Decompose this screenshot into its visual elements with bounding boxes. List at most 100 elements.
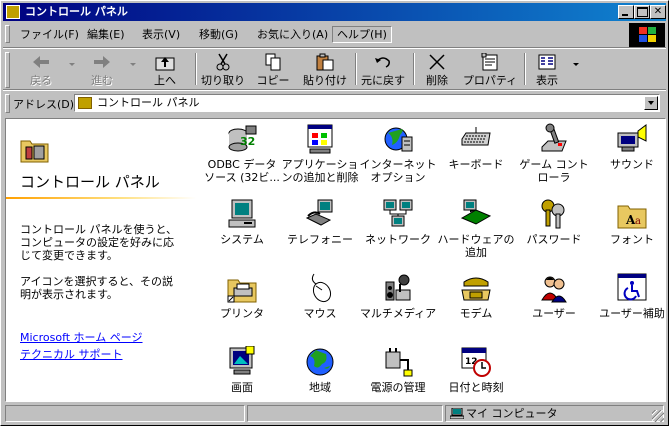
cut-label: 切り取り xyxy=(201,74,245,87)
delete-button[interactable]: 削除 xyxy=(417,51,457,87)
cp-item-label: テレフォニー xyxy=(287,233,353,246)
address-bar-grip[interactable] xyxy=(5,94,10,113)
address-dropdown-icon[interactable] xyxy=(644,96,658,110)
delete-label: 削除 xyxy=(426,74,448,87)
technical-support-link[interactable]: テクニカル サポート xyxy=(20,346,123,362)
cp-item-network[interactable]: ネットワーク xyxy=(359,198,437,266)
cp-item-printers[interactable]: プリンタ xyxy=(203,272,281,340)
menu-edit[interactable]: 編集(E) xyxy=(83,27,129,42)
cp-item-regional-settings[interactable]: 地域 xyxy=(281,346,359,401)
cp-item-telephony[interactable]: テレフォニー xyxy=(281,198,359,266)
menu-bar: ファイル(F) 編集(E) 表示(V) 移動(G) お気に入り(A) ヘルプ(H… xyxy=(3,23,626,45)
maximize-button[interactable] xyxy=(634,5,650,19)
up-button[interactable]: 上へ xyxy=(141,51,189,87)
forward-dropdown-icon[interactable] xyxy=(130,63,136,66)
network-icon xyxy=(383,199,413,227)
copy-icon xyxy=(265,53,281,71)
pane-divider xyxy=(6,197,196,199)
pane-title: コントロール パネル xyxy=(20,173,160,191)
forward-arrow-icon xyxy=(94,56,110,68)
cp-item-fonts[interactable]: Aa フォント xyxy=(593,198,665,266)
forward-button[interactable]: 進む xyxy=(78,51,126,87)
maximize-icon xyxy=(637,7,648,17)
cp-item-multimedia[interactable]: マルチメディア xyxy=(359,272,437,340)
paste-button[interactable]: 貼り付け xyxy=(300,51,350,87)
cp-item-label: プリンタ xyxy=(220,307,264,320)
menu-favorites[interactable]: お気に入り(A) xyxy=(253,27,332,42)
cp-item-users[interactable]: ユーザー xyxy=(515,272,593,340)
cp-item-modems[interactable]: モデム xyxy=(437,272,515,340)
toolbar-bottom-separator xyxy=(3,89,666,91)
cp-item-internet-options[interactable]: インターネット オプション xyxy=(359,123,437,191)
cp-item-add-remove-programs[interactable]: アプリケーションの追加と削除 xyxy=(281,123,359,191)
cp-item-label: マルチメディア xyxy=(359,307,437,320)
web-view-pane: コントロール パネル コントロール パネルを使うと、コンピュータの設定を好みに応… xyxy=(6,119,196,401)
cp-item-sounds[interactable]: サウンド xyxy=(593,123,665,191)
cp-item-display[interactable]: 画面 xyxy=(203,346,281,401)
passwords-icon xyxy=(541,199,565,229)
menu-go[interactable]: 移動(G) xyxy=(195,27,242,42)
address-bar: アドレス(D) コントロール パネル xyxy=(3,92,666,114)
control-panel-window: コントロール パネル ✕ ファイル(F) 編集(E) 表示(V) 移動(G) お… xyxy=(0,0,669,426)
cp-item-label: インターネット オプション xyxy=(359,158,437,184)
views-dropdown-icon[interactable] xyxy=(573,63,579,66)
minimize-button[interactable] xyxy=(618,5,634,19)
window-title: コントロール パネル xyxy=(25,5,128,18)
control-panel-folder-icon[interactable] xyxy=(6,5,20,19)
microsoft-home-link[interactable]: Microsoft ホーム ページ xyxy=(20,329,143,345)
sound-icon xyxy=(617,124,647,152)
multimedia-icon xyxy=(385,274,411,301)
cp-item-label: 地域 xyxy=(309,381,331,394)
cp-item-passwords[interactable]: パスワード xyxy=(515,198,593,266)
close-button[interactable]: ✕ xyxy=(650,5,666,19)
cp-item-accessibility[interactable]: ユーザー補助 xyxy=(593,272,665,340)
status-pane-zone: マイ コンピュータ xyxy=(445,405,664,422)
standard-toolbar: 戻る 進む 上へ 切り取り コピー 貼り付け 元に戻す 削除 プロパティ 表示 xyxy=(3,49,666,89)
views-button[interactable]: 表示 xyxy=(527,51,567,87)
menu-bar-grip[interactable] xyxy=(5,25,10,43)
status-bar: マイ コンピュータ xyxy=(3,404,666,424)
cp-item-label: ハードウェアの追加 xyxy=(437,233,515,259)
cp-item-mouse[interactable]: マウス xyxy=(281,272,359,340)
undo-icon xyxy=(375,57,390,68)
cp-item-odbc[interactable]: 32 ODBC データ ソース (32ビ... xyxy=(203,123,281,191)
paste-label: 貼り付け xyxy=(303,74,347,87)
cp-item-label: 日付と時刻 xyxy=(448,381,504,394)
menu-help[interactable]: ヘルプ(H) xyxy=(332,26,392,43)
toolbar-separator xyxy=(524,53,526,85)
back-dropdown-icon[interactable] xyxy=(69,63,75,66)
properties-button[interactable]: プロパティ xyxy=(461,51,519,87)
toolbar-grip[interactable] xyxy=(5,52,10,88)
menu-file[interactable]: ファイル(F) xyxy=(16,27,83,42)
cut-button[interactable]: 切り取り xyxy=(199,51,247,87)
cp-item-keyboard[interactable]: キーボード xyxy=(437,123,515,191)
my-computer-icon xyxy=(450,408,464,419)
cp-item-system[interactable]: システム xyxy=(203,198,281,266)
copy-label: コピー xyxy=(256,74,290,87)
title-bar[interactable]: コントロール パネル ✕ xyxy=(3,3,666,21)
cp-item-label: パスワード xyxy=(526,233,582,246)
minimize-icon xyxy=(622,14,628,16)
address-value: コントロール パネル xyxy=(97,96,200,109)
undo-button[interactable]: 元に戻す xyxy=(358,51,408,87)
cp-item-label: 画面 xyxy=(231,381,253,394)
printers-icon xyxy=(227,279,257,303)
cp-item-add-hardware[interactable]: ハードウェアの追加 xyxy=(437,198,515,266)
size-grip[interactable] xyxy=(652,410,664,422)
back-button[interactable]: 戻る xyxy=(17,51,65,87)
cp-item-power-management[interactable]: 電源の管理 xyxy=(359,346,437,401)
cp-item-date-time[interactable]: 12 日付と時刻 xyxy=(437,346,515,401)
cp-item-game-controllers[interactable]: ゲーム コントローラ xyxy=(515,123,593,191)
back-arrow-icon xyxy=(33,56,49,68)
windows-logo-icon xyxy=(629,23,665,47)
menu-view[interactable]: 表示(V) xyxy=(138,27,184,42)
copy-button[interactable]: コピー xyxy=(251,51,295,87)
toolbar-separator xyxy=(413,53,415,85)
cp-item-label: ユーザー補助 xyxy=(599,307,665,320)
pane-description: コントロール パネルを使うと、コンピュータの設定を好みに応じて変更できます。 xyxy=(20,223,178,262)
cp-item-label: ODBC データ ソース (32ビ... xyxy=(204,158,280,184)
address-input[interactable]: コントロール パネル xyxy=(74,94,660,112)
system-icon xyxy=(228,199,256,228)
accessibility-icon xyxy=(617,273,647,301)
undo-label: 元に戻す xyxy=(361,74,405,87)
